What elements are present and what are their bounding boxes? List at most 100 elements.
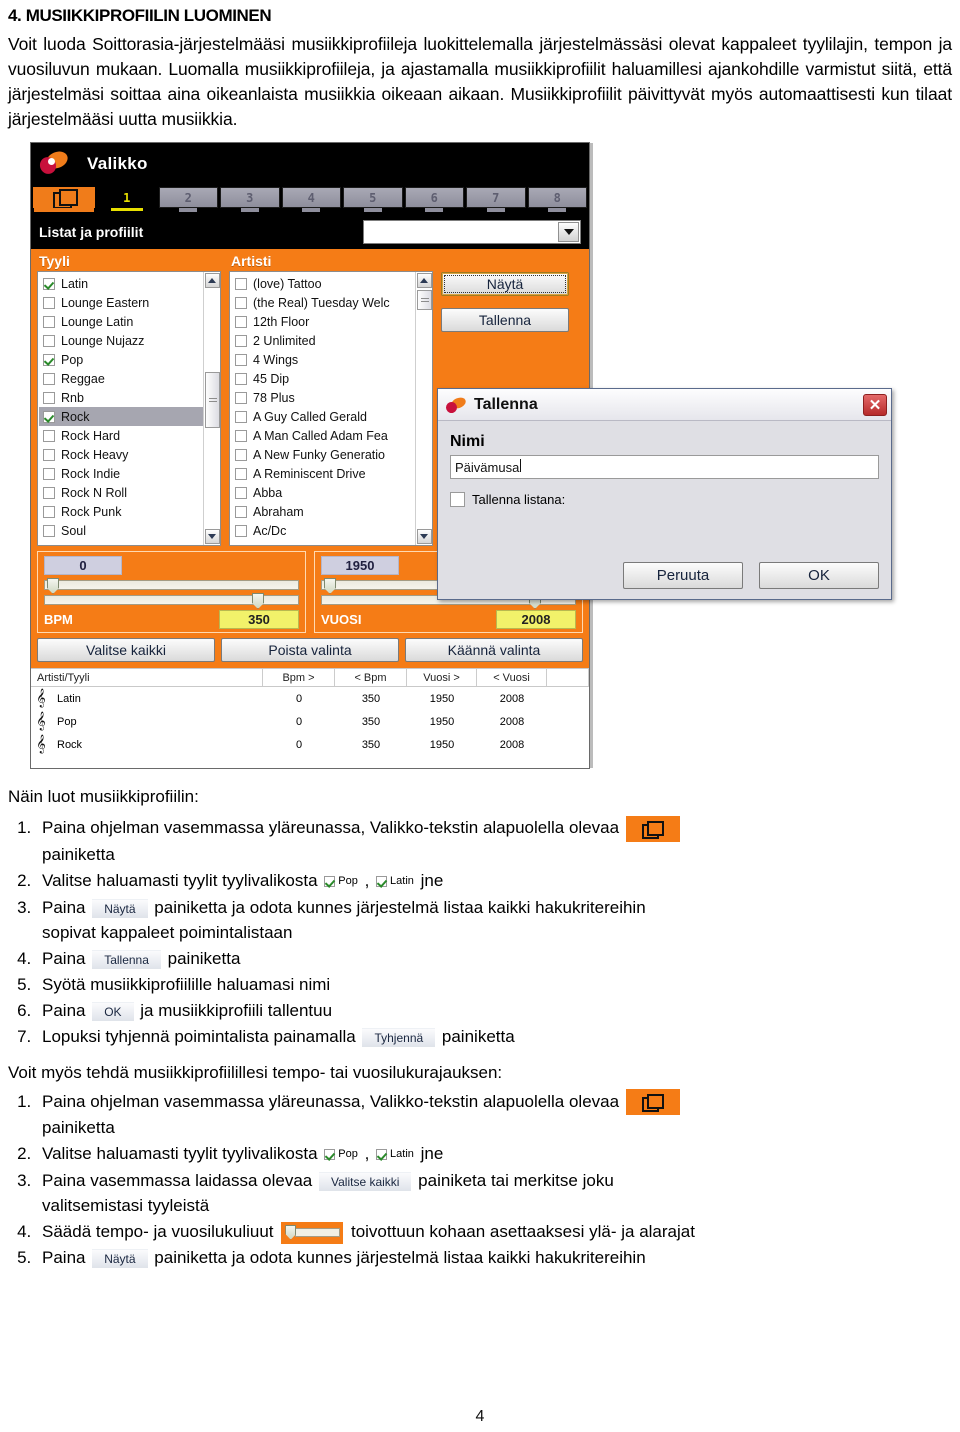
column-header-year-max[interactable]: < Vuosi — [477, 669, 547, 686]
inline-checkbox-pop[interactable]: Pop — [324, 1142, 358, 1167]
tab-8[interactable]: 8 — [527, 187, 587, 208]
artist-item-row[interactable]: Abba — [231, 483, 432, 502]
name-field[interactable]: Päivämusa — [450, 455, 879, 479]
tab-6[interactable]: 6 — [404, 187, 464, 208]
scroll-up-icon[interactable] — [204, 273, 220, 288]
checkbox-icon[interactable] — [43, 505, 55, 518]
artist-item-row[interactable]: 4 Wings — [231, 350, 432, 369]
clear-selection-button[interactable]: Poista valinta — [221, 638, 399, 662]
artist-item-row[interactable]: A New Funky Generatio — [231, 445, 432, 464]
inline-slider[interactable] — [281, 1221, 344, 1244]
checkbox-icon[interactable] — [43, 353, 55, 366]
scroll-up-icon[interactable] — [416, 273, 432, 288]
style-item-row[interactable]: Latin — [39, 274, 220, 293]
checkbox-icon[interactable] — [43, 410, 55, 423]
year-min-knob[interactable] — [324, 578, 336, 594]
checkbox-icon[interactable] — [43, 429, 55, 442]
checkbox-icon[interactable] — [235, 353, 247, 366]
inline-button-valitse-kaikki[interactable]: Valitse kaikki — [318, 1172, 412, 1192]
checkbox-icon[interactable] — [43, 372, 55, 385]
checkbox-icon[interactable] — [235, 277, 247, 290]
folder-icon-button[interactable] — [625, 815, 680, 842]
checkbox-icon[interactable] — [43, 391, 55, 404]
checkbox-icon[interactable] — [235, 505, 247, 518]
inline-button-tallenna[interactable]: Tallenna — [92, 949, 161, 969]
artist-item-row[interactable]: A Man Called Adam Fea — [231, 426, 432, 445]
column-header-name[interactable]: Artisti/Tyyli — [31, 669, 263, 686]
tab-1[interactable]: 1 — [97, 187, 157, 208]
bpm-max-knob[interactable] — [252, 593, 264, 609]
style-item-row[interactable]: Rock N Roll — [39, 483, 220, 502]
checkbox-icon[interactable] — [43, 486, 55, 499]
checkbox-icon[interactable] — [43, 315, 55, 328]
artist-item-row[interactable]: 2 Unlimited — [231, 331, 432, 350]
checkbox-icon[interactable] — [235, 372, 247, 385]
checkbox-icon[interactable] — [43, 467, 55, 480]
artist-scrollbar[interactable] — [415, 272, 432, 545]
artist-item-row[interactable]: Abraham — [231, 502, 432, 521]
checkbox-icon[interactable] — [235, 448, 247, 461]
scroll-thumb[interactable] — [417, 290, 432, 310]
save-as-list-checkbox[interactable]: Tallenna listana: — [450, 492, 879, 507]
style-scrollbar[interactable] — [203, 272, 220, 545]
tab-3[interactable]: 3 — [220, 187, 280, 208]
table-row[interactable]: 𝄞 Latin 0 350 1950 2008 — [31, 687, 589, 710]
checkbox-icon[interactable] — [235, 334, 247, 347]
chevron-down-icon[interactable] — [558, 222, 579, 242]
checkbox-icon[interactable] — [43, 448, 55, 461]
style-item-row[interactable]: Lounge Nujazz — [39, 331, 220, 350]
cancel-button[interactable]: Peruuta — [623, 562, 743, 589]
tab-5[interactable]: 5 — [343, 187, 403, 208]
table-row[interactable]: 𝄞 Rock 0 350 1950 2008 — [31, 733, 589, 756]
artist-item-row[interactable]: 78 Plus — [231, 388, 432, 407]
tab-folder[interactable] — [33, 187, 95, 209]
style-item-row[interactable]: Pop — [39, 350, 220, 369]
artist-item-row[interactable]: A Guy Called Gerald — [231, 407, 432, 426]
style-item-row[interactable]: Rock Punk — [39, 502, 220, 521]
checkbox-icon[interactable] — [235, 486, 247, 499]
style-item-row[interactable]: Rnb — [39, 388, 220, 407]
table-row[interactable]: 𝄞 Pop 0 350 1950 2008 — [31, 710, 589, 733]
checkbox-icon[interactable] — [235, 429, 247, 442]
bpm-min-track[interactable] — [44, 578, 299, 594]
artist-item-row[interactable]: Ac/Dc — [231, 521, 432, 540]
folder-icon-button[interactable] — [625, 1089, 680, 1116]
select-all-button[interactable]: Valitse kaikki — [37, 638, 215, 662]
column-header-bpm-max[interactable]: < Bpm — [335, 669, 407, 686]
artist-item-row[interactable]: (the Real) Tuesday Welc — [231, 293, 432, 312]
inline-checkbox-pop[interactable]: Pop — [324, 869, 358, 894]
inline-button-ok[interactable]: OK — [92, 1001, 134, 1021]
checkbox-icon[interactable] — [43, 524, 55, 537]
tab-7[interactable]: 7 — [466, 187, 526, 208]
inline-checkbox-latin[interactable]: Latin — [376, 1142, 414, 1167]
style-item-row[interactable]: Rock Heavy — [39, 445, 220, 464]
column-header-bpm-min[interactable]: Bpm > — [263, 669, 335, 686]
inline-button-tyhjennä[interactable]: Tyhjennä — [362, 1027, 436, 1047]
checkbox-icon[interactable] — [235, 467, 247, 480]
artist-item-row[interactable]: 45 Dip — [231, 369, 432, 388]
inline-checkbox-latin[interactable]: Latin — [376, 869, 414, 894]
scroll-down-icon[interactable] — [416, 529, 432, 544]
inline-button-näytä[interactable]: Näytä — [92, 1249, 148, 1269]
artist-item-row[interactable]: (love) Tattoo — [231, 274, 432, 293]
save-button[interactable]: Tallenna — [441, 308, 569, 332]
show-button[interactable]: Näytä — [441, 272, 569, 296]
bpm-min-knob[interactable] — [47, 578, 59, 594]
style-item-row[interactable]: Rock — [39, 407, 220, 426]
checkbox-icon[interactable] — [235, 391, 247, 404]
checkbox-icon[interactable] — [235, 524, 247, 537]
artist-item-row[interactable]: A Reminiscent Drive — [231, 464, 432, 483]
ok-button[interactable]: OK — [759, 562, 879, 589]
column-header-year-min[interactable]: Vuosi > — [407, 669, 477, 686]
checkbox-icon[interactable] — [43, 334, 55, 347]
slider-knob[interactable] — [285, 1224, 297, 1240]
style-item-row[interactable]: Lounge Eastern — [39, 293, 220, 312]
style-item-row[interactable]: Rock Indie — [39, 464, 220, 483]
inline-button-näytä[interactable]: Näytä — [92, 898, 148, 918]
style-item-row[interactable]: Reggae — [39, 369, 220, 388]
close-icon[interactable]: ✕ — [863, 393, 887, 416]
checkbox-icon[interactable] — [43, 277, 55, 290]
artist-item-row[interactable]: 12th Floor — [231, 312, 432, 331]
style-item-row[interactable]: Soul — [39, 521, 220, 540]
scroll-thumb[interactable] — [205, 372, 220, 428]
